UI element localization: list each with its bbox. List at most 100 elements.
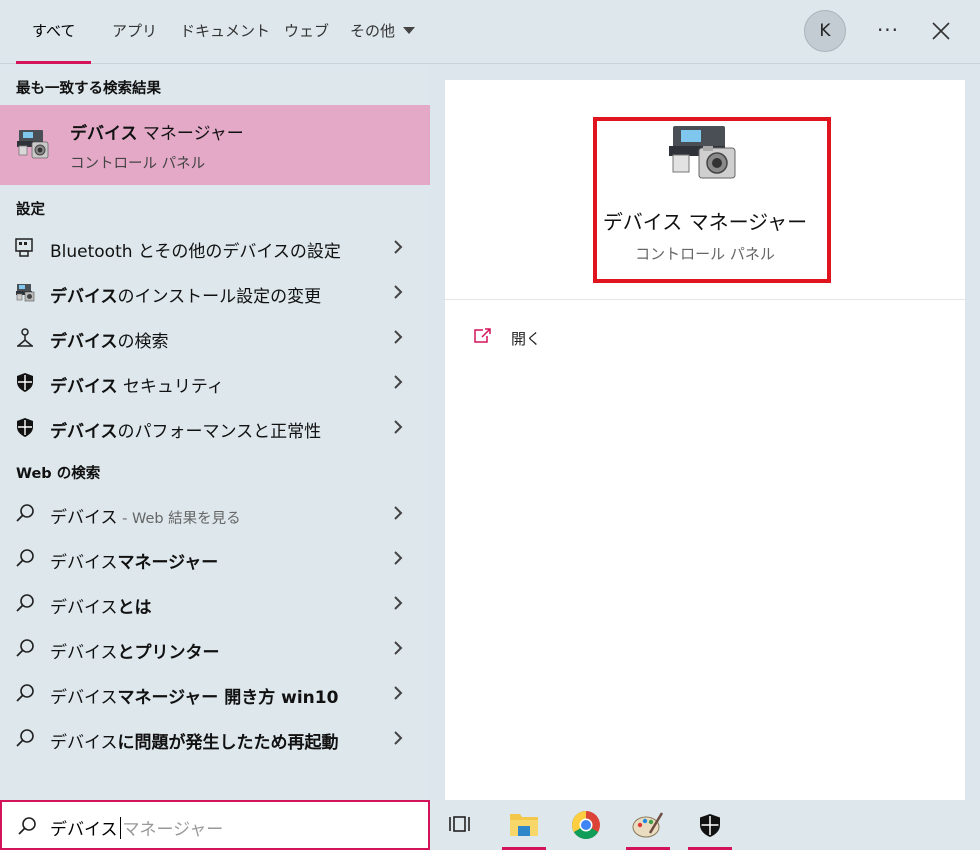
chevron-right-icon [394, 330, 403, 344]
label-rest: デバイス [50, 643, 118, 663]
settings-item-label: デバイスの検索 [50, 327, 169, 352]
settings-item-label: デバイス セキュリティ [50, 372, 224, 397]
settings-item-label: Bluetooth とその他のデバイスの設定 [50, 237, 341, 262]
web-result-label: デバイスに問題が発生したため再起動 [50, 728, 339, 753]
label-bold: に問題が発生したため再起動 [117, 733, 339, 753]
tab-all[interactable]: すべて [15, 0, 92, 64]
task-view-button[interactable] [436, 800, 484, 850]
settings-item-device-install[interactable]: デバイスのインストール設定の変更 [0, 270, 430, 315]
avatar[interactable]: K [804, 10, 846, 52]
settings-heading: 設定 [16, 202, 45, 218]
device-manager-icon [669, 126, 736, 179]
preview-title: デバイス マネージャー [602, 210, 808, 234]
tab-label: ウェブ [284, 22, 330, 40]
tab-web[interactable]: ウェブ [284, 0, 329, 64]
file-explorer-icon [510, 814, 538, 836]
settings-item-label: デバイスのインストール設定の変更 [50, 282, 321, 307]
chevron-right-icon [394, 420, 403, 434]
close-icon [932, 22, 950, 40]
best-match-result[interactable]: デバイス マネージャー コントロール パネル [0, 105, 430, 185]
more-options-button[interactable]: ··· [872, 14, 904, 46]
shield-icon [17, 373, 33, 392]
label-rest: Bluetooth とその他のデバイスの設定 [50, 242, 341, 262]
chevron-right-icon [394, 596, 403, 610]
task-view-icon [449, 816, 470, 832]
search-icon [16, 504, 34, 522]
find-device-icon [17, 328, 33, 347]
label-rest: デバイス [50, 553, 118, 573]
chevron-down-icon [403, 27, 416, 34]
label-rest: デバイス [50, 688, 118, 708]
device-manager-icon [17, 130, 49, 159]
label-hint: - Web 結果を見る [117, 511, 241, 527]
label-bold: マネージャー [117, 553, 219, 573]
tab-apps[interactable]: アプリ [112, 0, 157, 64]
paint-icon [632, 812, 664, 838]
chevron-right-icon [394, 731, 403, 745]
web-result-label: デバイスとプリンター [50, 638, 220, 663]
file-explorer-button[interactable] [500, 800, 548, 850]
settings-item-find-device[interactable]: デバイスの検索 [0, 315, 430, 360]
label-rest: デバイス [50, 733, 118, 753]
best-match-title-rest: マネージャー [137, 124, 244, 144]
search-icon [16, 549, 34, 567]
label-rest: のパフォーマンスと正常性 [117, 422, 322, 442]
device-install-icon [16, 284, 35, 302]
chevron-right-icon [394, 375, 403, 389]
best-match-title-bold: デバイス [70, 124, 138, 144]
chevron-right-icon [394, 641, 403, 655]
close-button[interactable] [926, 14, 956, 46]
web-result-item[interactable]: デバイスマネージャー 開き方 win10 [0, 671, 430, 716]
web-result-item[interactable]: デバイスに問題が発生したため再起動 [0, 716, 430, 761]
label-bold: デバイス [50, 332, 118, 352]
chevron-right-icon [394, 686, 403, 700]
web-result-label: デバイスマネージャー 開き方 win10 [50, 683, 338, 708]
paint-button[interactable] [624, 800, 672, 850]
settings-item-device-performance[interactable]: デバイスのパフォーマンスと正常性 [0, 405, 430, 450]
settings-item-label: デバイスのパフォーマンスと正常性 [50, 417, 321, 442]
search-suggestion: マネージャー [122, 820, 224, 840]
windows-security-button[interactable] [686, 800, 734, 850]
windows-security-icon [700, 814, 720, 837]
open-external-icon [474, 328, 491, 343]
search-tab-bar: すべて アプリ ドキュメント ウェブ その他 K ··· [0, 0, 980, 64]
web-result-label: デバイス - Web 結果を見る [50, 503, 241, 528]
preview-header: デバイス マネージャー コントロール パネル [445, 80, 965, 300]
chevron-right-icon [394, 240, 403, 254]
label-bold: マネージャー 開き方 win10 [117, 688, 339, 708]
settings-item-bluetooth[interactable]: Bluetooth とその他のデバイスの設定 [0, 225, 430, 270]
best-match-title: デバイス マネージャー [70, 119, 244, 144]
label-bold: デバイス [50, 377, 118, 397]
search-icon [16, 594, 34, 612]
web-result-item[interactable]: デバイスとは [0, 581, 430, 626]
label-rest: セキュリティ [117, 377, 224, 397]
web-result-item[interactable]: デバイス - Web 結果を見る [0, 491, 430, 536]
search-query: デバイス マネージャー [50, 815, 223, 840]
label-bold: とは [117, 598, 152, 618]
results-pane: 最も一致する検索結果 デバイス マネージャー コントロール パネル 設定 Blu… [0, 65, 430, 800]
search-icon [16, 729, 34, 747]
tab-documents[interactable]: ドキュメント [180, 0, 270, 64]
label-bold: とプリンター [117, 643, 220, 663]
bluetooth-devices-icon [15, 238, 33, 257]
preview-pane: デバイス マネージャー コントロール パネル 開く [445, 80, 965, 800]
chevron-right-icon [394, 506, 403, 520]
tab-more[interactable]: その他 [350, 0, 416, 64]
label-bold: デバイス [50, 422, 118, 442]
settings-item-device-security[interactable]: デバイス セキュリティ [0, 360, 430, 405]
taskbar [430, 800, 980, 850]
tab-label: その他 [350, 22, 396, 40]
web-result-item[interactable]: デバイスマネージャー [0, 536, 430, 581]
search-icon [18, 817, 36, 835]
label-rest: デバイス [50, 598, 118, 618]
web-search-heading: Web の検索 [16, 466, 101, 482]
chevron-right-icon [394, 551, 403, 565]
label-rest: デバイス [50, 508, 118, 528]
chrome-button[interactable] [562, 800, 610, 850]
tab-label: すべて [32, 22, 76, 40]
chrome-icon [572, 811, 600, 839]
tab-label: アプリ [112, 22, 158, 40]
web-result-item[interactable]: デバイスとプリンター [0, 626, 430, 671]
search-input[interactable]: デバイス マネージャー [0, 800, 430, 850]
label-rest: のインストール設定の変更 [117, 287, 322, 307]
